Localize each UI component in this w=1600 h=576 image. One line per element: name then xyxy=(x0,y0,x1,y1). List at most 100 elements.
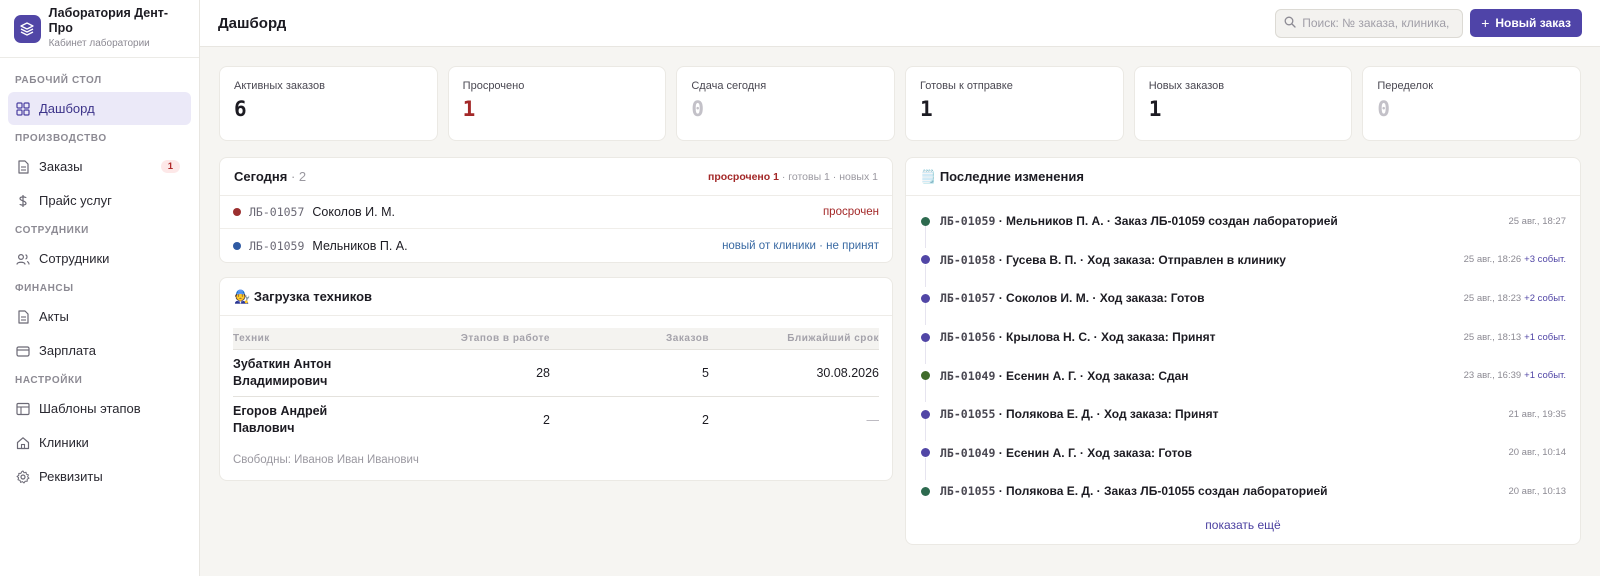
sidebar-item[interactable]: Клиники xyxy=(8,426,191,459)
plus-icon: + xyxy=(1481,15,1490,31)
free-technicians: Свободны: Иванов Иван Иванович xyxy=(233,453,419,466)
sidebar-item[interactable]: Прайс услуг xyxy=(8,184,191,217)
notepad-icon: 🗒️ xyxy=(920,168,937,184)
sidebar-item[interactable]: Реквизиты xyxy=(8,460,191,493)
technician-name: Егоров Андрей Павлович xyxy=(233,403,328,435)
event-item[interactable]: ЛБ-01059 · Мельников П. А. · Заказ ЛБ-01… xyxy=(920,202,1566,248)
event-description: · Есенин А. Г. · Ход заказа: Готов xyxy=(995,445,1192,460)
topbar: Дашборд + Новый заказ xyxy=(200,0,1600,47)
today-summary-rest: · готовы 1 · новых 1 xyxy=(778,170,878,183)
today-row[interactable]: ЛБ-01057 Соколов И. М. просрочен xyxy=(220,196,892,229)
sidebar-item[interactable]: Зарплата xyxy=(8,334,191,367)
document-icon xyxy=(15,159,31,175)
gear-icon xyxy=(15,469,31,485)
timeline-dot xyxy=(921,486,930,496)
event-text: ЛБ-01056 · Крылова Н. С. · Ход заказа: П… xyxy=(940,330,1216,344)
sidebar-nav: Рабочий стол Дашборд Производство Заказы 1 Пр… xyxy=(0,58,199,493)
sidebar: Лаборатория Дент-Про Кабинет лаборатории… xyxy=(0,0,200,576)
page-title: Дашборд xyxy=(218,14,287,32)
kpi-label: Готовы к отправке xyxy=(920,80,1013,92)
kpi-card[interactable]: Сдача сегодня 0 xyxy=(676,66,896,141)
sidebar-item-label: Прайс услуг xyxy=(39,193,112,208)
timeline-dot xyxy=(921,293,930,303)
brand[interactable]: Лаборатория Дент-Про Кабинет лаборатории xyxy=(0,0,199,58)
kpi-label: Просрочено xyxy=(462,80,525,92)
status-dot xyxy=(233,241,241,250)
more-events-link[interactable]: +1 событ. xyxy=(1524,332,1566,343)
kpi-card[interactable]: Переделок 0 xyxy=(1362,66,1582,141)
event-item[interactable]: ЛБ-01058 · Гусева В. П. · Ход заказа: От… xyxy=(920,241,1566,287)
table-row[interactable]: Зубаткин Антон Владимирович 28 5 30.08.2… xyxy=(233,349,879,397)
more-events-link[interactable]: +2 событ. xyxy=(1524,293,1566,304)
sidebar-item-label: Шаблоны этапов xyxy=(39,401,141,416)
sidebar-item-label: Сотрудники xyxy=(39,251,110,266)
order-code: ЛБ-01055 xyxy=(940,407,996,422)
technicians-header-row: Техник Этапов в работе Заказов Ближайший… xyxy=(233,328,879,350)
sidebar-item[interactable]: Дашборд xyxy=(8,92,191,125)
sidebar-item[interactable]: Заказы 1 xyxy=(8,150,191,183)
col-stages: Этапов в работе xyxy=(433,328,550,350)
event-text: ЛБ-01055 · Полякова Е. Д. · Заказ ЛБ-010… xyxy=(940,484,1328,498)
dollar-icon xyxy=(15,193,31,209)
search-box[interactable] xyxy=(1275,8,1464,38)
kpi-row: Активных заказов 6 Просрочено 1 Сдача сего… xyxy=(219,66,1582,141)
technicians-table: Техник Этапов в работе Заказов Ближайший… xyxy=(233,328,879,443)
new-order-label: Новый заказ xyxy=(1495,16,1571,30)
show-more-link[interactable]: показать ещё xyxy=(906,511,1580,544)
sidebar-item-label: Зарплата xyxy=(39,343,96,358)
order-status: новый от клиники · не принят xyxy=(722,239,879,252)
order-code: ЛБ-01059 xyxy=(249,238,305,253)
kpi-card[interactable]: Активных заказов 6 xyxy=(219,66,438,141)
event-time: 25 авг., 18:13 xyxy=(1463,331,1522,343)
event-meta: 20 авг., 10:14 xyxy=(1508,447,1566,458)
stages-count: 2 xyxy=(543,412,550,427)
event-item[interactable]: ЛБ-01055 · Полякова Е. Д. · Заказ ЛБ-010… xyxy=(920,472,1566,511)
event-item[interactable]: ЛБ-01049 · Есенин А. Г. · Ход заказа: Го… xyxy=(920,434,1566,480)
event-item[interactable]: ЛБ-01049 · Есенин А. Г. · Ход заказа: Сд… xyxy=(920,356,1566,403)
orders-count: 5 xyxy=(550,349,709,397)
event-description: · Гусева В. П. · Ход заказа: Отправлен в… xyxy=(995,252,1286,267)
kpi-value: 1 xyxy=(1148,97,1162,121)
col-deadline: Ближайший срок xyxy=(709,328,879,350)
orders-count: 2 xyxy=(702,412,709,427)
event-description: · Есенин А. Г. · Ход заказа: Сдан xyxy=(995,368,1189,383)
kpi-value: 0 xyxy=(691,97,704,121)
more-events-link[interactable]: +1 событ. xyxy=(1524,370,1566,381)
event-description: · Полякова Е. Д. · Заказ ЛБ-01055 создан… xyxy=(995,484,1328,499)
kpi-card[interactable]: Готовы к отправке 1 xyxy=(905,66,1124,141)
sidebar-item[interactable]: Шаблоны этапов xyxy=(8,392,191,425)
changes-card-header: 🗒️ Последние изменения xyxy=(906,158,1580,196)
grid-icon xyxy=(15,101,31,117)
today-summary: просрочено 1 · готовы 1 · новых 1 xyxy=(708,171,878,183)
search-icon xyxy=(1284,16,1296,31)
today-row[interactable]: ЛБ-01059 Мельников П. А. новый от клиник… xyxy=(220,229,892,262)
table-row[interactable]: Егоров Андрей Павлович 2 2 — xyxy=(233,397,879,443)
nav-section-title: Производство xyxy=(15,133,107,144)
technicians-card-header: 🧑‍🔧 Загрузка техников xyxy=(220,278,892,316)
kpi-card[interactable]: Новых заказов 1 xyxy=(1133,66,1353,141)
new-order-button[interactable]: + Новый заказ xyxy=(1470,9,1582,37)
sidebar-item[interactable]: Сотрудники xyxy=(8,242,191,275)
event-item[interactable]: ЛБ-01056 · Крылова Н. С. · Ход заказа: П… xyxy=(920,318,1566,364)
more-events-link[interactable]: +3 событ. xyxy=(1524,254,1566,265)
order-code: ЛБ-01049 xyxy=(940,368,996,383)
technicians-card: 🧑‍🔧 Загрузка техников Техник Этапов в ра… xyxy=(219,277,893,481)
home-icon xyxy=(15,435,31,451)
kpi-card[interactable]: Просрочено 1 xyxy=(447,66,667,141)
event-item[interactable]: ЛБ-01057 · Соколов И. М. · Ход заказа: Г… xyxy=(920,279,1566,326)
event-meta: 25 авг., 18:27 xyxy=(1508,216,1566,227)
event-text: ЛБ-01057 · Соколов И. М. · Ход заказа: Г… xyxy=(940,291,1204,305)
brand-text: Лаборатория Дент-Про Кабинет лаборатории xyxy=(49,6,185,51)
event-meta: 20 авг., 10:13 xyxy=(1508,486,1566,497)
technician-name: Зубаткин Антон Владимирович xyxy=(233,350,433,397)
app-root: Лаборатория Дент-Про Кабинет лаборатории… xyxy=(0,0,1600,576)
search-input[interactable] xyxy=(1302,16,1453,30)
event-description: · Мельников П. А. · Заказ ЛБ-01059 созда… xyxy=(995,214,1338,229)
sidebar-item[interactable]: Акты xyxy=(8,300,191,333)
sidebar-item-label: Заказы xyxy=(39,159,83,174)
patient-name: Соколов И. М. xyxy=(312,205,395,219)
nav-section-title: Сотрудники xyxy=(15,225,89,236)
event-item[interactable]: ЛБ-01055 · Полякова Е. Д. · Ход заказа: … xyxy=(920,395,1566,441)
technicians-table-wrap: Техник Этапов в работе Заказов Ближайший… xyxy=(220,316,892,443)
event-description: · Крылова Н. С. · Ход заказа: Принят xyxy=(995,330,1216,345)
